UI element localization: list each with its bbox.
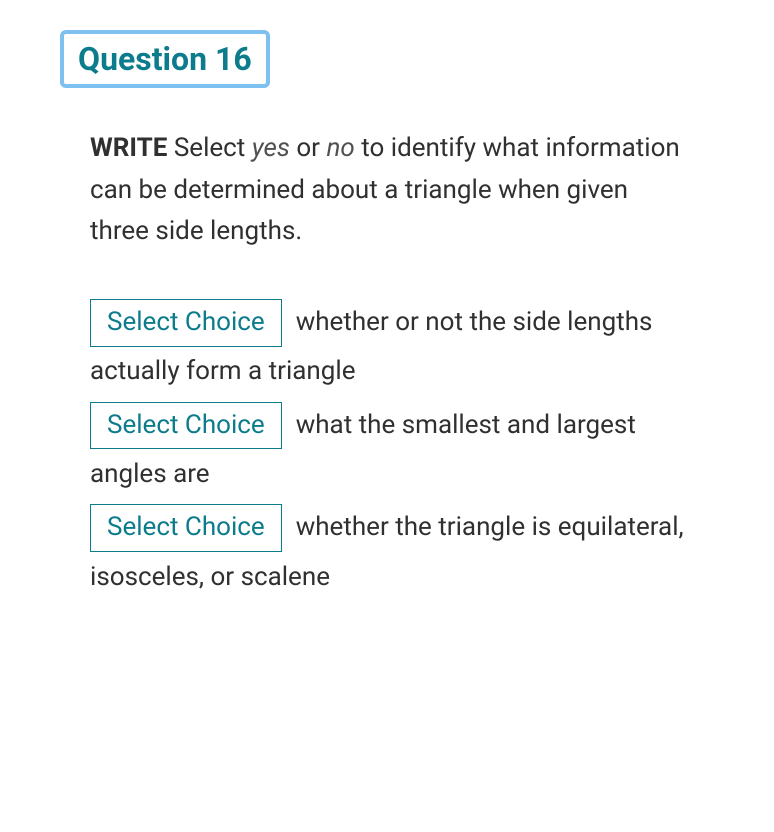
choice-row: Select Choicewhether the triangle is equ… [90,503,684,602]
select-choice-button[interactable]: Select Choice [90,504,282,552]
prompt-yes: yes [252,133,290,163]
select-choice-button[interactable]: Select Choice [90,299,282,347]
prompt-text-1: Select [167,133,251,163]
question-title: Question 16 [78,40,252,78]
question-header: Question 16 [60,30,270,88]
prompt-no: no [326,133,354,163]
choices-container: Select Choicewhether or not the side len… [60,298,714,602]
select-choice-button[interactable]: Select Choice [90,402,282,450]
prompt-strong: WRITE [90,133,167,163]
choice-row: Select Choicewhat the smallest and large… [90,401,684,500]
prompt-text-2: or [290,133,327,163]
choice-row: Select Choicewhether or not the side len… [90,298,684,397]
question-prompt: WRITE Select yes or no to identify what … [60,128,714,253]
